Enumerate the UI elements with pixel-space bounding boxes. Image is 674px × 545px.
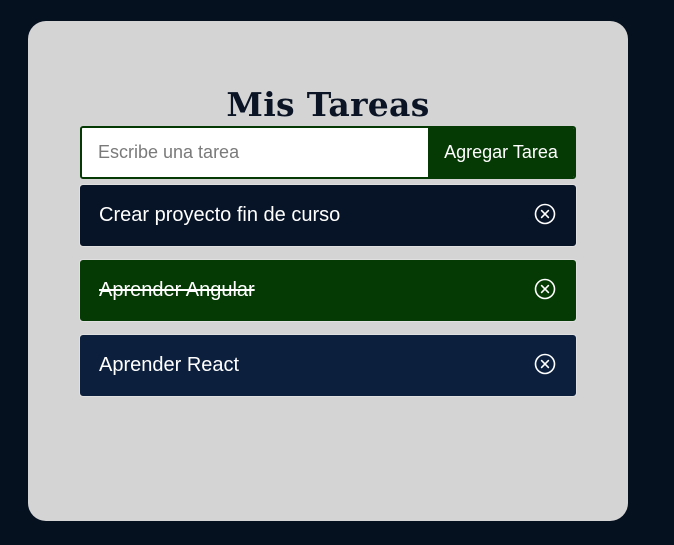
add-task-button[interactable]: Agregar Tarea (428, 128, 574, 177)
task-item-2[interactable]: Aprender React (79, 334, 577, 397)
add-task-form: Agregar Tarea (80, 126, 576, 179)
task-text: Aprender Angular (99, 279, 255, 301)
task-text: Crear proyecto fin de curso (99, 204, 341, 226)
task-item-1[interactable]: Aprender Angular (79, 259, 577, 322)
circle-x-icon[interactable] (534, 353, 556, 375)
circle-x-icon[interactable] (534, 203, 556, 225)
todo-card: Mis Tareas Agregar Tarea Crear proyecto … (28, 21, 628, 521)
task-text: Aprender React (99, 354, 240, 376)
task-input[interactable] (82, 128, 428, 177)
circle-x-icon[interactable] (534, 278, 556, 300)
page-title: Mis Tareas (226, 85, 430, 124)
task-item-0[interactable]: Crear proyecto fin de curso (79, 184, 577, 247)
